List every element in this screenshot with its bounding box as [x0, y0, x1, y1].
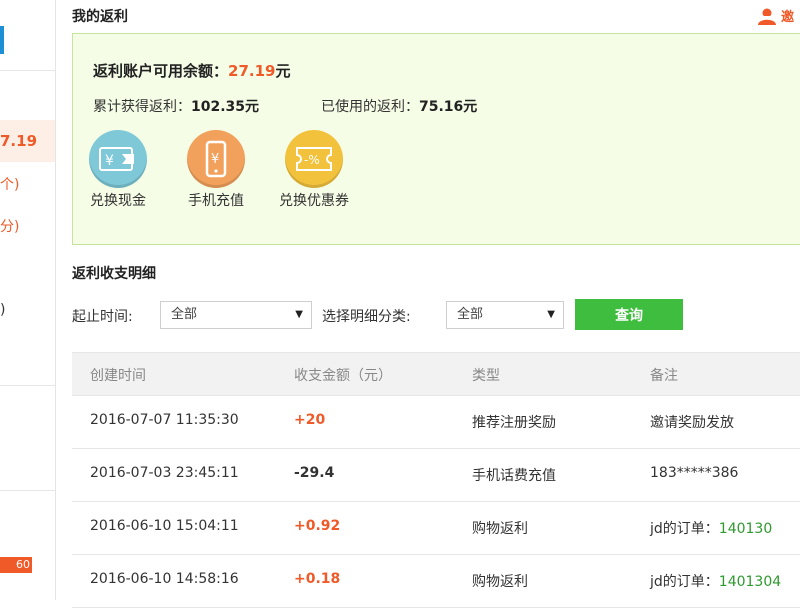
- sidebar-active-marker: [0, 26, 4, 54]
- available-balance: 返利账户可用余额：27.19元: [93, 60, 290, 81]
- row-time: 2016-06-10 15:04:11: [90, 518, 239, 534]
- earned-amount: 102.35元: [191, 99, 260, 115]
- order-number-link[interactable]: 140130: [719, 521, 772, 537]
- dropdown-arrow-icon: ▼: [547, 309, 555, 320]
- sidebar-divider: [0, 385, 55, 386]
- row-note-text: jd的订单：: [650, 521, 719, 537]
- sidebar-badge: 60: [0, 557, 32, 573]
- row-time: 2016-07-07 11:35:30: [90, 412, 239, 428]
- table-row: 2016-06-10 15:04:11 +0.92 购物返利 jd的订单：140…: [72, 502, 800, 555]
- mobile-recharge-icon: ¥: [187, 130, 245, 188]
- category-value: 全部: [457, 307, 484, 322]
- sidebar-line-3: ): [0, 302, 6, 318]
- time-range-value: 全部: [171, 307, 198, 322]
- exchange-cash-label: 兑换现金: [90, 193, 146, 209]
- rebate-summary-panel: 返利账户可用余额：27.19元 累计获得返利：102.35元 已使用的返利：75…: [72, 33, 800, 245]
- column-header-time: 创建时间: [90, 368, 146, 384]
- user-avatar-icon: [758, 8, 776, 25]
- row-type: 推荐注册奖励: [472, 415, 556, 431]
- used-amount: 75.16元: [419, 99, 478, 115]
- row-amount: -29.4: [294, 465, 335, 481]
- table-row: 2016-07-07 11:35:30 +20 推荐注册奖励 邀请奖励发放: [72, 396, 800, 449]
- row-amount: +20: [294, 412, 326, 428]
- exchange-cash-button[interactable]: ¥ 兑换现金: [73, 130, 163, 211]
- earned-label: 累计获得返利：: [93, 99, 191, 115]
- svg-text:¥: ¥: [105, 153, 114, 169]
- column-header-amount: 收支金额（元）: [294, 368, 392, 384]
- dropdown-arrow-icon: ▼: [295, 309, 303, 320]
- sidebar-line-2: 分): [0, 219, 20, 235]
- total-earned: 累计获得返利：102.35元: [93, 96, 259, 116]
- mobile-recharge-button[interactable]: ¥ 手机充值: [171, 130, 261, 211]
- invite-label: 邀: [781, 10, 795, 25]
- table-header: 创建时间 收支金额（元） 类型 备注: [72, 352, 800, 396]
- query-button[interactable]: 查询: [575, 299, 683, 330]
- rebate-detail-table: 创建时间 收支金额（元） 类型 备注 2016-07-07 11:35:30 +…: [72, 352, 800, 608]
- svg-text:-%: -%: [304, 153, 320, 167]
- row-note-text: jd的订单：: [650, 574, 719, 590]
- available-amount: 27.19: [228, 62, 276, 80]
- available-unit: 元: [275, 62, 291, 80]
- used-label: 已使用的返利：: [321, 99, 419, 115]
- coupon-icon: -%: [285, 130, 343, 188]
- row-note-text: 邀请奖励发放: [650, 415, 734, 431]
- row-note: jd的订单：140130: [650, 518, 772, 538]
- row-amount: +0.18: [294, 571, 341, 587]
- sidebar-divider: [0, 490, 55, 491]
- category-select[interactable]: 全部 ▼: [446, 301, 564, 329]
- row-amount: +0.92: [294, 518, 341, 534]
- row-type: 手机话费充值: [472, 468, 556, 484]
- row-note: jd的订单：1401304: [650, 571, 781, 591]
- svg-text:¥: ¥: [211, 152, 219, 167]
- column-header-type: 类型: [472, 368, 500, 384]
- row-type: 购物返利: [472, 521, 528, 537]
- row-note: 183*****386: [650, 465, 738, 481]
- table-row: 2016-06-10 14:58:16 +0.18 购物返利 jd的订单：140…: [72, 555, 800, 608]
- column-header-note: 备注: [650, 368, 678, 384]
- row-time: 2016-07-03 23:45:11: [90, 465, 239, 481]
- sidebar-line-1: 个): [0, 177, 20, 193]
- invite-link[interactable]: 邀: [757, 6, 794, 25]
- available-label: 返利账户可用余额：: [93, 62, 229, 80]
- mobile-recharge-label: 手机充值: [188, 193, 244, 209]
- exchange-coupon-button[interactable]: -% 兑换优惠券: [269, 130, 359, 211]
- detail-section-title: 返利收支明细: [72, 266, 156, 282]
- total-used: 已使用的返利：75.16元: [321, 96, 477, 116]
- row-type: 购物返利: [472, 574, 528, 590]
- sidebar: 7.19 个) 分) ) 60: [0, 0, 56, 600]
- cash-exchange-icon: ¥: [89, 130, 147, 188]
- table-row: 2016-07-03 23:45:11 -29.4 手机话费充值 183****…: [72, 449, 800, 502]
- page-title: 我的返利: [72, 9, 128, 25]
- sidebar-divider: [0, 70, 55, 71]
- time-range-label: 起止时间:: [72, 309, 133, 325]
- category-label: 选择明细分类:: [322, 309, 411, 325]
- exchange-coupon-label: 兑换优惠券: [279, 193, 349, 209]
- order-number-link[interactable]: 1401304: [719, 574, 781, 590]
- row-time: 2016-06-10 14:58:16: [90, 571, 239, 587]
- time-range-select[interactable]: 全部 ▼: [160, 301, 312, 329]
- row-note: 邀请奖励发放: [650, 412, 734, 432]
- row-note-text: 183*****386: [650, 465, 739, 481]
- sidebar-balance: 7.19: [0, 132, 38, 150]
